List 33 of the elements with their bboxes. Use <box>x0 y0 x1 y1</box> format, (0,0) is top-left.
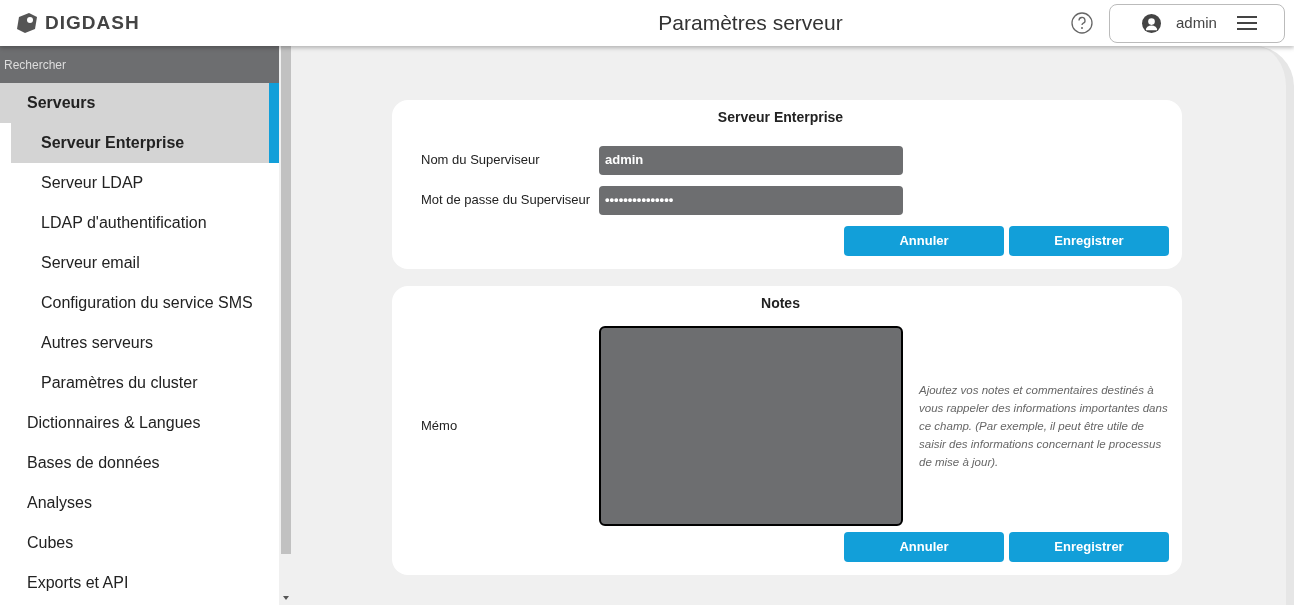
brand-name: DIGDASH <box>45 10 140 35</box>
user-name: admin <box>1176 12 1217 33</box>
card-title: Notes <box>761 294 800 313</box>
menu-icon[interactable] <box>1236 15 1257 31</box>
sidebar-item[interactable]: Configuration du service SMS <box>11 283 280 323</box>
logo-icon <box>15 11 39 35</box>
field-label: Nom du Superviseur <box>420 151 541 170</box>
sidebar-item[interactable]: Cubes <box>0 523 280 563</box>
field-label: Mot de passe du Superviseur <box>420 191 592 210</box>
sidebar-item[interactable]: Paramètres du cluster <box>11 363 280 403</box>
avatar-icon <box>1142 13 1161 33</box>
sidebar-item[interactable]: Autres serveurs <box>11 323 280 363</box>
password-field[interactable]: ••••••••••••••• <box>599 185 903 215</box>
sidebar-item[interactable]: Serveur LDAP <box>11 163 280 203</box>
sidebar-item[interactable]: LDAP d'authentification <box>11 203 280 243</box>
field-label: Mémo <box>420 417 459 436</box>
sidebar-item[interactable]: Dictionnaires & Langues <box>0 403 280 443</box>
sidebar-item[interactable]: Analyses <box>0 483 280 523</box>
sidebar-item[interactable]: Serveur email <box>11 243 280 283</box>
page-title: Paramètres serveur <box>658 10 843 37</box>
sidebar-item[interactable]: Exports et API <box>0 563 280 603</box>
card-title: Serveur Enterprise <box>717 108 844 127</box>
sidebar-item[interactable]: Serveurs <box>0 83 280 123</box>
sidebar-item[interactable]: Bases de données <box>0 443 280 483</box>
input-field[interactable]: admin <box>599 145 903 175</box>
help-icon[interactable] <box>1071 12 1093 34</box>
scroll-down-icon[interactable] <box>281 595 290 601</box>
help-text: Ajoutez vos notes et commentaires destinés à vous rappeler des informations importantes dans ce champ. (Par exemple, il peut être utile de saisir des informations concernant le processus de mise à jour). <box>919 383 1169 470</box>
user-menu[interactable]: admin <box>1109 3 1285 43</box>
scrollbar[interactable] <box>279 46 292 605</box>
search-field[interactable]: Rechercher <box>0 46 280 83</box>
sidebar-item[interactable]: Serveur Enterprise <box>11 123 280 163</box>
memo-field[interactable] <box>599 326 903 526</box>
